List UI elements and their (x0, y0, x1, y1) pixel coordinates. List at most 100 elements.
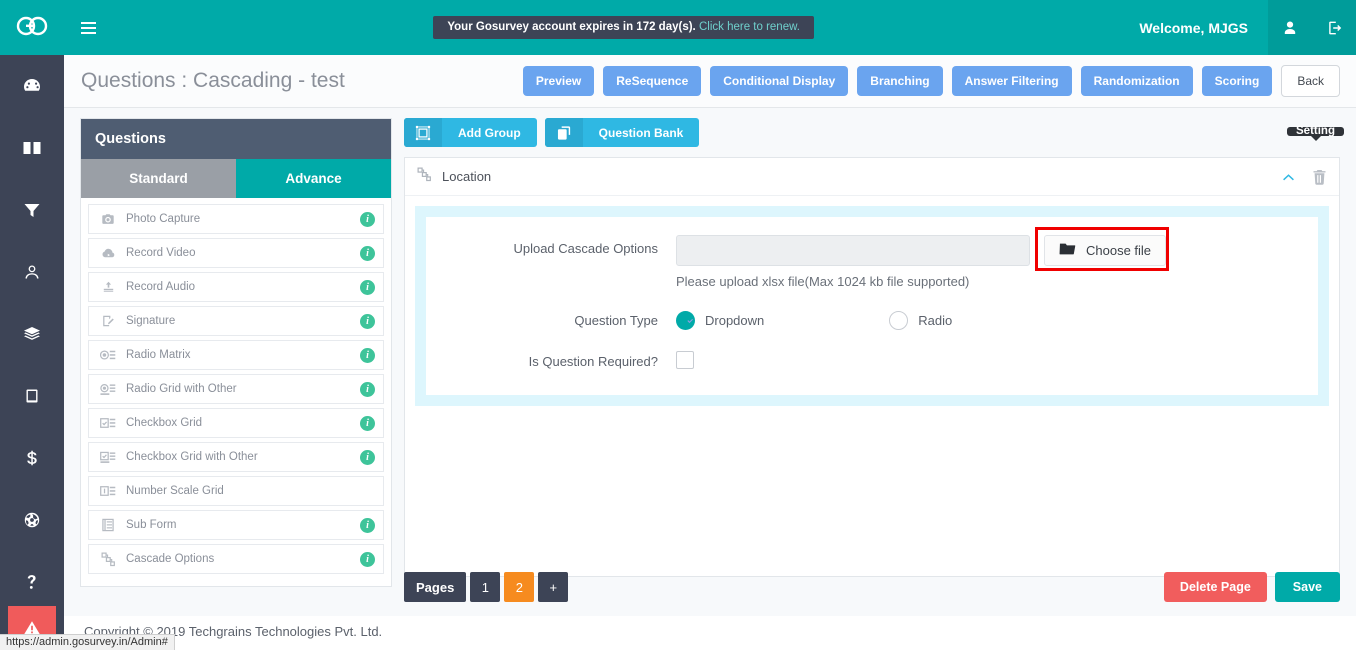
list-item-record-video[interactable]: Record Video i (88, 238, 384, 268)
rail-item-layers[interactable] (0, 303, 64, 365)
dollar-icon (27, 450, 37, 466)
work-area: Add Group Question Bank Location Setting (404, 118, 1344, 577)
randomization-button[interactable]: Randomization (1080, 66, 1193, 96)
chevron-up-icon[interactable]: Setting (1281, 125, 1344, 182)
layers-icon (24, 327, 40, 340)
page-button-1[interactable]: 1 (470, 572, 501, 602)
signature-icon (97, 314, 119, 328)
required-checkbox[interactable] (676, 351, 694, 369)
choose-file-button[interactable]: Choose file (1044, 235, 1167, 266)
upload-row: Upload Cascade Options Choose file Pleas… (426, 227, 1318, 289)
info-icon[interactable]: i (360, 313, 375, 329)
radio-option-dropdown[interactable]: Dropdown (676, 311, 764, 330)
upload-file-input[interactable] (676, 235, 1030, 266)
dashboard-gauge-icon (24, 79, 40, 91)
info-icon[interactable]: i (360, 415, 375, 431)
rail-item-book[interactable] (0, 117, 64, 179)
question-bank-label: Question Bank (598, 125, 684, 140)
answer-filtering-button[interactable]: Answer Filtering (951, 66, 1072, 96)
resequence-button[interactable]: ReSequence (603, 66, 702, 96)
work-toolbar: Add Group Question Bank (404, 118, 1340, 147)
question-form: Upload Cascade Options Choose file Pleas… (426, 217, 1318, 395)
tab-advance[interactable]: Advance (236, 159, 391, 198)
rail-item-user[interactable] (0, 241, 64, 303)
expiry-text: Your Gosurvey account expires in 172 day… (447, 21, 696, 33)
book-icon (23, 142, 41, 154)
checkbox-grid-icon (97, 417, 119, 429)
scoring-button[interactable]: Scoring (1201, 66, 1273, 96)
conditional-display-button[interactable]: Conditional Display (710, 66, 849, 96)
status-bar-url: https://admin.gosurvey.in/Admin# (0, 634, 175, 650)
rail-item-dashboard[interactable] (0, 55, 64, 117)
info-icon[interactable]: i (360, 279, 375, 295)
list-item-label: Sub Form (126, 519, 177, 531)
logo[interactable] (0, 0, 64, 55)
user-icon[interactable] (1268, 0, 1312, 55)
info-icon[interactable]: i (360, 211, 375, 227)
rail-item-help[interactable] (0, 551, 64, 613)
radio-option-radio[interactable]: Radio (889, 311, 952, 330)
preview-button[interactable]: Preview (522, 66, 595, 96)
upload-control: Choose file Please upload xlsx file(Max … (676, 227, 1318, 289)
info-icon[interactable]: i (360, 381, 375, 397)
branching-button[interactable]: Branching (857, 66, 943, 96)
info-icon[interactable]: i (360, 245, 375, 261)
list-item-checkbox-grid[interactable]: Checkbox Grid i (88, 408, 384, 438)
back-button[interactable]: Back (1281, 65, 1340, 97)
hamburger-icon[interactable] (68, 0, 108, 55)
cascade-options-icon (417, 167, 432, 187)
list-item-label: Record Audio (126, 281, 196, 293)
tablet-icon (26, 389, 38, 403)
questions-panel: Questions Standard Advance Photo Capture… (80, 118, 392, 587)
rail-item-tablet[interactable] (0, 365, 64, 427)
info-icon[interactable]: i (360, 517, 375, 533)
list-item-label: Radio Matrix (126, 349, 191, 361)
app-root: Your Gosurvey account expires in 172 day… (0, 0, 1356, 650)
page-title: Questions : Cascading - test (81, 69, 345, 92)
welcome-label: Welcome, MJGS (1139, 19, 1248, 36)
upload-label: Upload Cascade Options (513, 241, 658, 256)
radio-unselected-icon (889, 311, 909, 330)
radio-matrix-icon (97, 349, 119, 361)
tab-standard[interactable]: Standard (81, 159, 236, 198)
delete-page-button[interactable]: Delete Page (1163, 572, 1267, 602)
question-bank-button[interactable]: Question Bank (544, 118, 700, 147)
radio-option-label: Radio (918, 313, 953, 328)
question-card-title: Location (442, 169, 492, 184)
rail-item-filter[interactable] (0, 179, 64, 241)
list-item-number-scale-grid[interactable]: Number Scale Grid i (88, 476, 384, 506)
list-item-signature[interactable]: Signature i (88, 306, 384, 336)
list-item-checkbox-grid-with-other[interactable]: Checkbox Grid with Other i (88, 442, 384, 472)
list-item-radio-grid-with-other[interactable]: Radio Grid with Other i (88, 374, 384, 404)
pages-label: Pages (404, 572, 467, 602)
questions-panel-title: Questions (81, 119, 391, 159)
radio-selected-icon (676, 311, 695, 330)
logout-icon[interactable] (1312, 0, 1356, 55)
info-icon[interactable]: i (360, 551, 375, 567)
save-button[interactable]: Save (1274, 572, 1340, 602)
page-button-2[interactable]: 2 (504, 572, 535, 602)
add-group-button[interactable]: Add Group (404, 118, 537, 147)
add-page-button[interactable]: + (538, 572, 569, 602)
question-card-actions: Setting (1281, 125, 1344, 185)
camera-icon (97, 212, 119, 226)
list-item-radio-matrix[interactable]: Radio Matrix i (88, 340, 384, 370)
rail-item-globe[interactable] (0, 489, 64, 551)
renew-link[interactable]: Click here to renew. (699, 21, 800, 33)
info-icon[interactable]: i (360, 347, 375, 363)
trash-icon[interactable] (1312, 169, 1327, 185)
list-item-sub-form[interactable]: Sub Form i (88, 510, 384, 540)
list-item-record-audio[interactable]: Record Audio i (88, 272, 384, 302)
list-item-label: Radio Grid with Other (126, 383, 237, 395)
list-item-cascade-options[interactable]: Cascade Options i (88, 544, 384, 574)
list-item-label: Number Scale Grid (126, 485, 224, 497)
add-group-label: Add Group (458, 125, 521, 140)
left-rail (0, 55, 64, 650)
question-bank-icon (544, 118, 583, 147)
list-item-photo-capture[interactable]: Photo Capture i (88, 204, 384, 234)
question-type-control: Dropdown Radio (676, 307, 1318, 330)
info-icon[interactable]: i (360, 449, 375, 465)
rail-item-billing[interactable] (0, 427, 64, 489)
page-header: Questions : Cascading - test Preview ReS… (64, 55, 1356, 108)
list-item-label: Cascade Options (126, 553, 215, 565)
